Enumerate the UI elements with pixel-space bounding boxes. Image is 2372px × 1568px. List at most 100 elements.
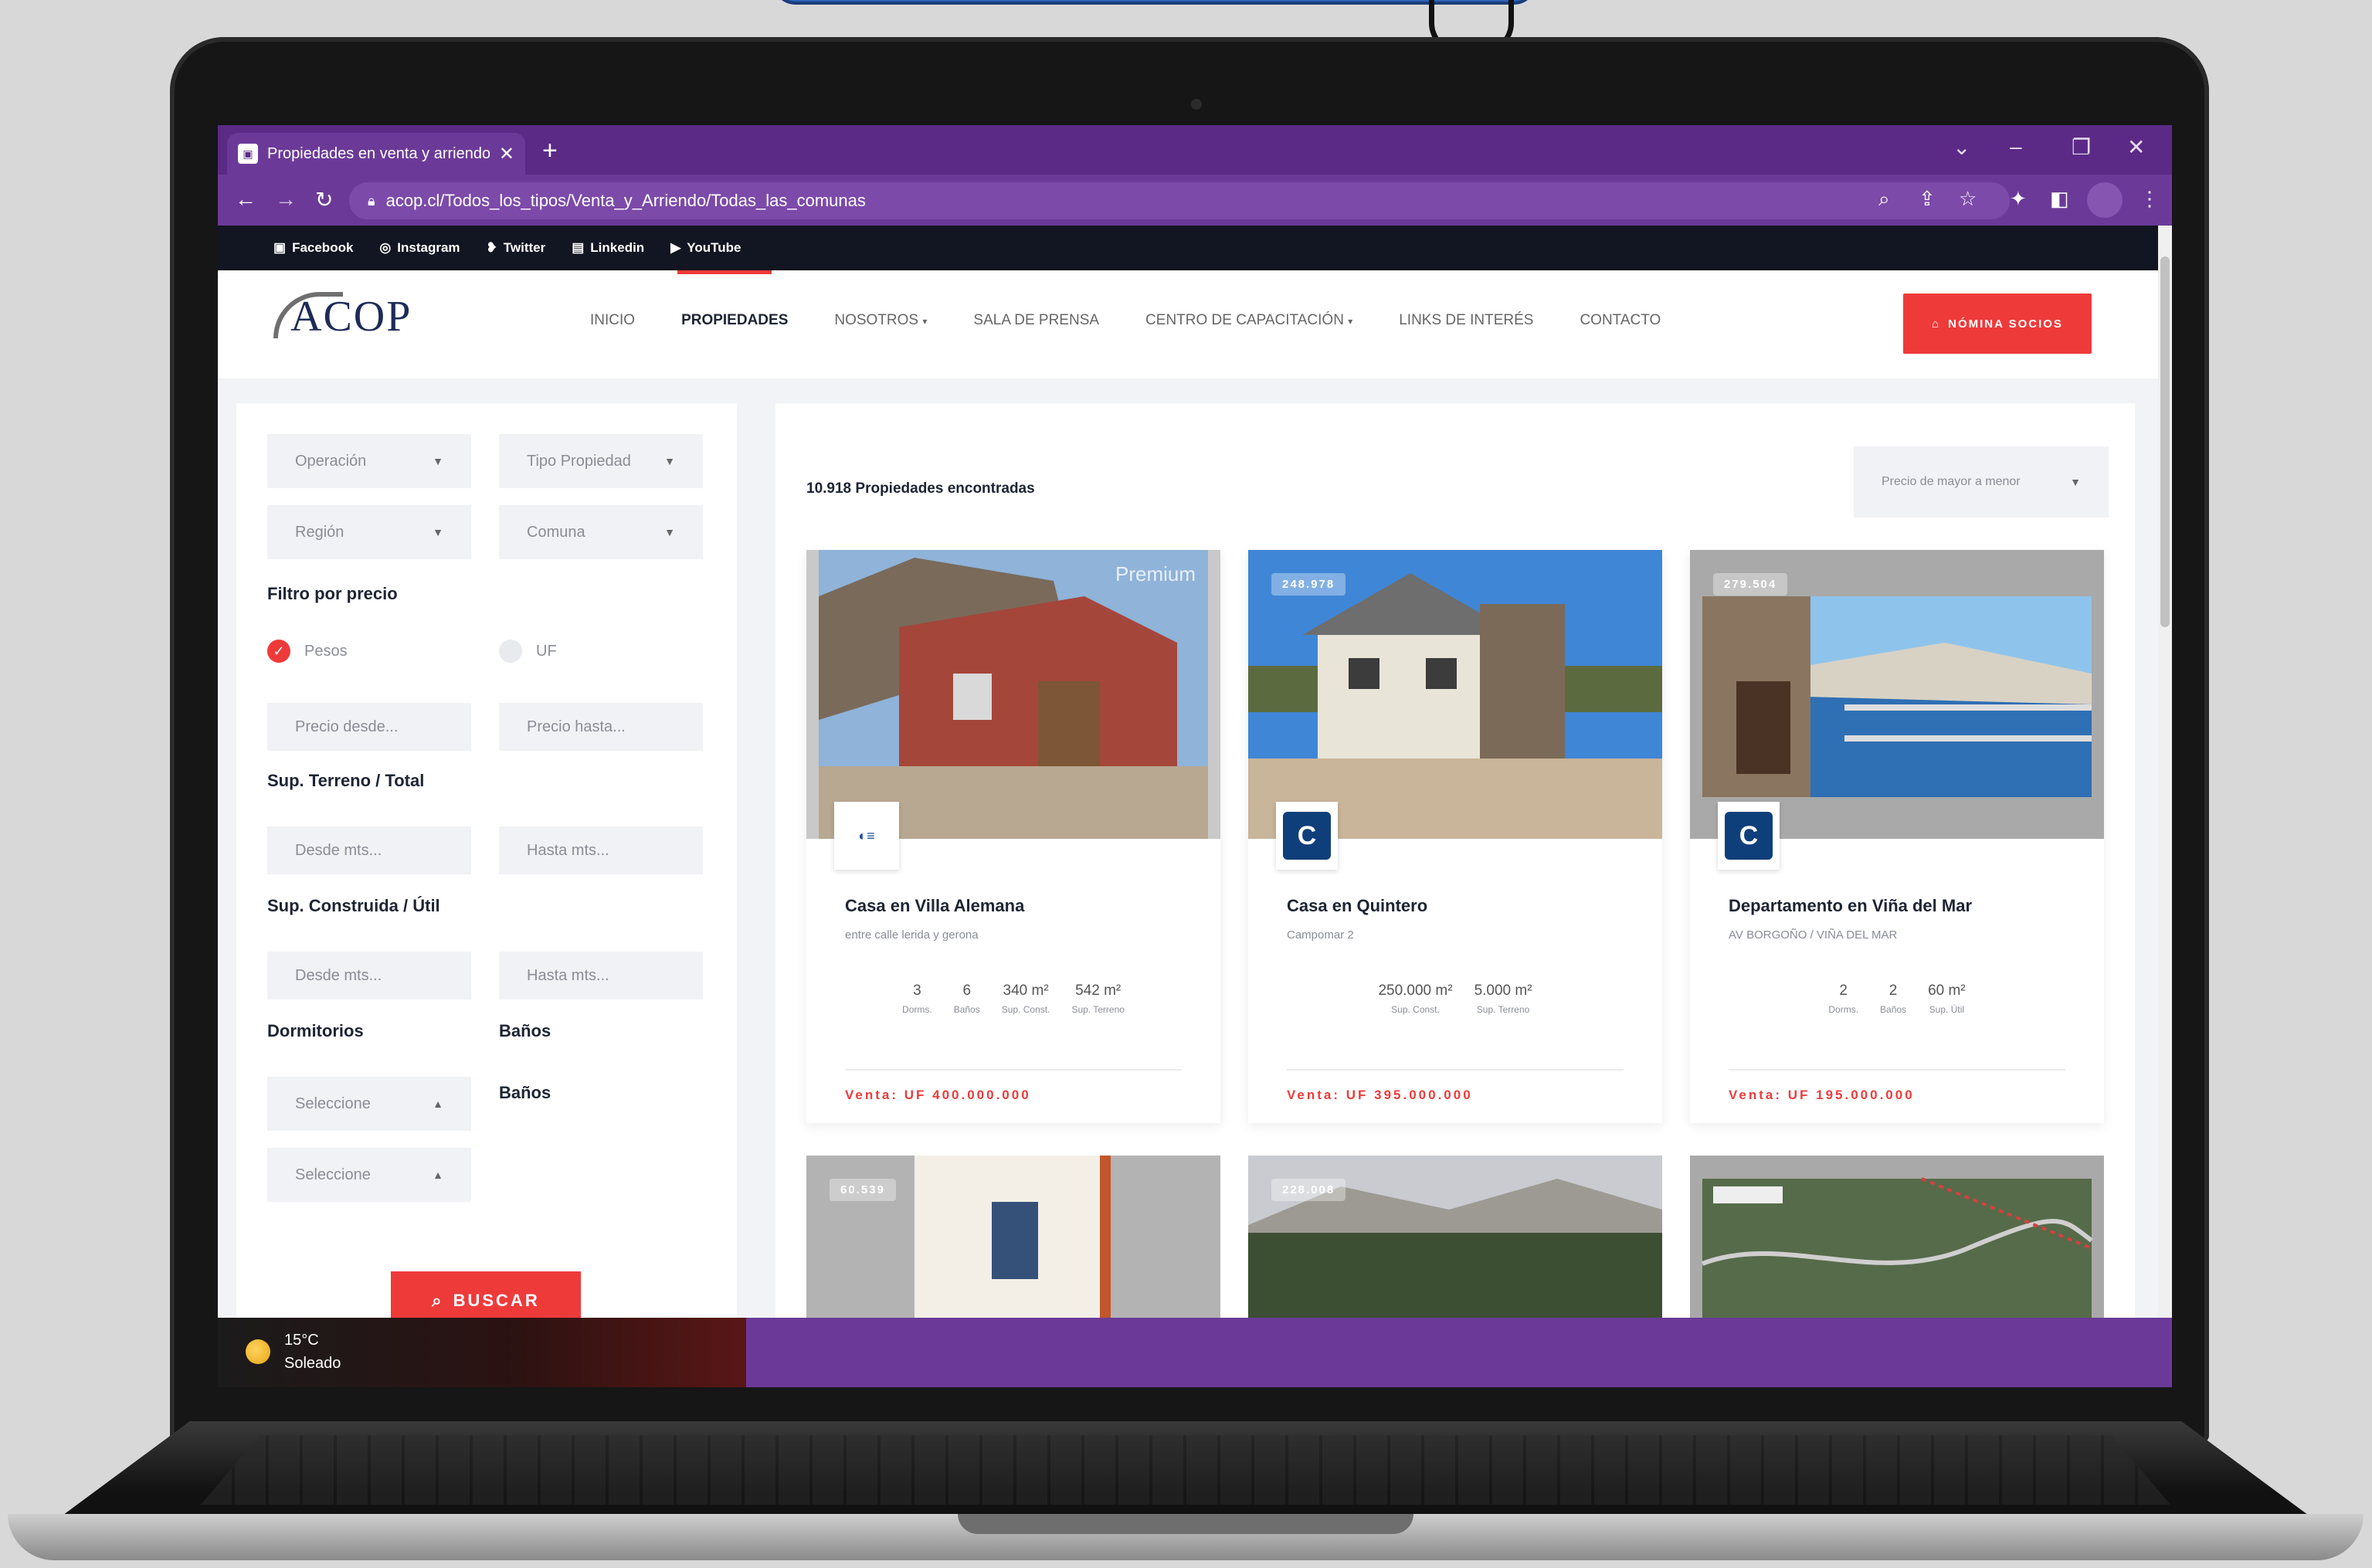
side-panel-icon[interactable]: ◧ (2050, 187, 2069, 211)
feature-label: Sup. Const. (1391, 1004, 1440, 1015)
dormitorios-select[interactable]: Seleccione ▲ (267, 1077, 471, 1131)
caret-up-icon: ▲ (433, 1169, 443, 1181)
precio-hasta-input[interactable]: Precio hasta... (499, 703, 703, 751)
social-link-linkedin[interactable]: ▤ Linkedin (572, 240, 644, 256)
property-card[interactable]: 248.978 C Casa en Quintero Campomar 2 25… (1248, 550, 1662, 1123)
select-value: Comuna (527, 523, 585, 541)
region-select[interactable]: Región ▼ (267, 505, 471, 559)
logo-text: ACOP (290, 293, 412, 341)
feature-label: Baños (1880, 1004, 1907, 1015)
property-card-partial[interactable]: 228.008 (1248, 1156, 1662, 1325)
card-title[interactable]: Casa en Villa Alemana (845, 896, 1024, 916)
nav-propiedades[interactable]: PROPIEDADES (681, 312, 788, 329)
agency-logo[interactable]: C (1276, 802, 1338, 870)
profile-avatar[interactable] (2087, 182, 2123, 218)
menu-icon[interactable]: ⋮ (2140, 187, 2160, 211)
bookmark-star-icon[interactable]: ☆ (1959, 187, 1977, 211)
nav-links-interes[interactable]: LINKS DE INTERÉS (1399, 312, 1533, 329)
agency-logo-icon: C (1725, 812, 1773, 860)
feature-label: Sup. Terreno (1476, 1004, 1530, 1015)
agency-logo[interactable]: ◐≡ (834, 802, 899, 870)
feature-dorms: 3 Dorms. (902, 983, 932, 1015)
card-title[interactable]: Casa en Quintero (1287, 896, 1427, 916)
feature-label: Baños (953, 1004, 980, 1015)
close-window-button[interactable]: ✕ (2127, 134, 2145, 160)
banos-select[interactable]: Seleccione ▲ (267, 1148, 471, 1202)
social-label: YouTube (687, 240, 741, 255)
acop-logo[interactable]: ACOP (273, 287, 443, 354)
nomina-socios-button[interactable]: ⌂ NÓMINA SOCIOS (1903, 294, 2092, 354)
restore-button[interactable]: ❐ (2072, 134, 2091, 160)
select-value: Tipo Propiedad (527, 452, 631, 470)
zoom-icon[interactable]: ⌕ (1878, 187, 1890, 212)
social-link-facebook[interactable]: ▣ Facebook (273, 240, 353, 256)
construida-hasta-input[interactable]: Hasta mts... (499, 952, 703, 1000)
forward-icon[interactable]: → (275, 187, 297, 212)
construida-desde-input[interactable]: Desde mts... (267, 952, 471, 1000)
agency-logo[interactable]: C (1718, 802, 1780, 870)
social-link-youtube[interactable]: ▶ YouTube (670, 240, 741, 256)
webcam (1191, 99, 1202, 110)
main-nav: INICIO PROPIEDADES NOSOTROS ▾ SALA DE PR… (590, 312, 1661, 329)
radio-pesos[interactable]: ✓ Pesos (267, 640, 348, 663)
price-badge: 60.539 (830, 1179, 896, 1201)
property-card-partial[interactable] (1690, 1156, 2104, 1325)
property-photo[interactable]: 248.978 (1248, 550, 1662, 839)
feature-label: Dorms. (902, 1004, 932, 1015)
select-value: Seleccione (295, 1166, 371, 1183)
close-tab-icon[interactable]: ✕ (499, 143, 514, 165)
back-icon[interactable]: ← (235, 187, 256, 212)
sort-select[interactable]: Precio de mayor a menor ▼ (1854, 446, 2109, 518)
precio-desde-input[interactable]: Precio desde... (267, 703, 471, 751)
search-icon: ⌕ (432, 1291, 444, 1310)
browser-tab[interactable]: ▣ Propiedades en venta y arriendo ✕ (227, 133, 525, 175)
nav-centro-capacitacion[interactable]: CENTRO DE CAPACITACIÓN ▾ (1145, 312, 1352, 329)
card-address: AV BORGOÑO / VIÑA DEL MAR (1729, 928, 1898, 942)
dormitorios-title: Dormitorios (267, 1021, 364, 1040)
card-title[interactable]: Departamento en Viña del Mar (1729, 896, 1972, 916)
feature-value: 340 m² (1003, 983, 1049, 999)
nav-nosotros[interactable]: NOSOTROS ▾ (834, 312, 927, 329)
top-banner-shape (772, 0, 1537, 5)
buscar-label: BUSCAR (453, 1291, 540, 1310)
property-card-partial[interactable]: 60.539 (806, 1156, 1220, 1325)
construida-filter-title: Sup. Construida / Útil (267, 896, 440, 915)
nav-active-indicator (677, 270, 772, 274)
tipo-propiedad-select[interactable]: Tipo Propiedad ▼ (499, 434, 703, 488)
property-photo[interactable]: Premium (806, 550, 1220, 839)
card-features: 2 Dorms. 2 Baños 60 m² Sup. Útil (1690, 983, 2104, 1015)
social-link-twitter[interactable]: ❥ Twitter (487, 240, 546, 256)
nav-contacto[interactable]: CONTACTO (1580, 312, 1661, 329)
banos-title: Baños (499, 1021, 551, 1040)
caret-down-icon: ▾ (922, 316, 928, 327)
comuna-select[interactable]: Comuna ▼ (499, 505, 703, 559)
weather-widget[interactable]: 15°C Soleado (218, 1318, 746, 1387)
weather-temperature: 15°C (284, 1332, 319, 1349)
radio-uf[interactable]: UF (499, 640, 557, 663)
card-address: entre calle lerida y gerona (845, 928, 979, 942)
tab-search-icon[interactable]: ⌄ (1953, 134, 1970, 160)
feature-sup-terreno: 542 m² Sup. Terreno (1071, 983, 1125, 1015)
nav-sala-de-prensa[interactable]: SALA DE PRENSA (973, 312, 1099, 329)
terreno-hasta-input[interactable]: Hasta mts... (499, 826, 703, 874)
address-bar[interactable]: 🔒︎ acop.cl/Todos_los_tipos/Venta_y_Arrie… (349, 182, 2010, 219)
cta-label: NÓMINA SOCIOS (1948, 317, 2063, 331)
extensions-icon[interactable]: ✦ (2010, 187, 2027, 211)
operacion-select[interactable]: Operación ▼ (267, 434, 471, 488)
feature-value: 6 (962, 983, 972, 999)
minimize-button[interactable]: – (2010, 134, 2022, 159)
reload-icon[interactable]: ↻ (315, 187, 333, 212)
youtube-icon: ▶ (670, 240, 681, 255)
property-card[interactable]: 279.504 C Departamento en Viña del Mar A… (1690, 550, 2104, 1123)
social-link-instagram[interactable]: ◎ Instagram (379, 240, 460, 256)
new-tab-button[interactable]: + (542, 136, 558, 166)
terreno-filter-title: Sup. Terreno / Total (267, 771, 425, 790)
nav-inicio[interactable]: INICIO (590, 312, 635, 329)
property-photo[interactable]: 279.504 (1690, 550, 2104, 839)
terreno-desde-input[interactable]: Desde mts... (267, 826, 471, 874)
share-icon[interactable]: ⇪ (1919, 187, 1936, 211)
scrollbar-thumb[interactable] (2160, 256, 2170, 627)
site-header: ACOP INICIO PROPIEDADES NOSOTROS ▾ SALA … (218, 270, 2158, 378)
property-card[interactable]: Premium ◐≡ Casa en Villa Alemana entre c… (806, 550, 1220, 1123)
card-features: 250.000 m² Sup. Const. 5.000 m² Sup. Terre… (1248, 983, 1662, 1015)
